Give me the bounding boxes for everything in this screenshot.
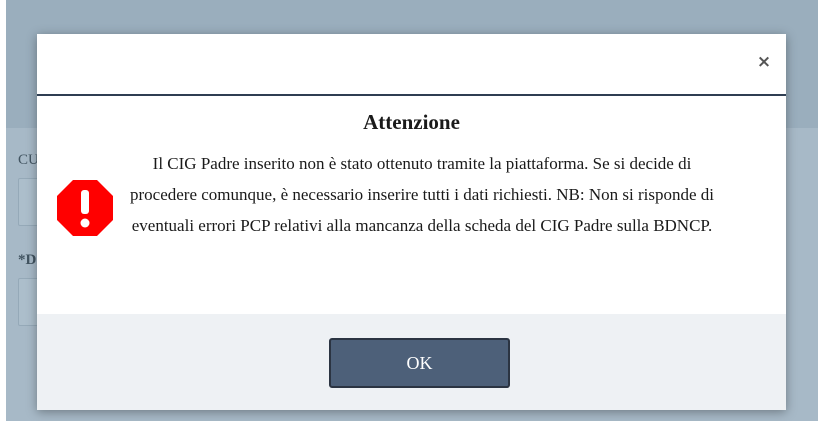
dialog-footer: OK [37, 314, 786, 410]
dialog-header: × [37, 34, 786, 96]
dialog-body: Attenzione Il CIG Padre inserito non è s… [37, 96, 786, 314]
ok-button[interactable]: OK [329, 338, 510, 388]
dialog-message: Il CIG Padre inserito non è stato ottenu… [130, 154, 714, 235]
dialog-title: Attenzione [363, 110, 460, 134]
close-button[interactable]: × [754, 52, 774, 72]
warning-octagon-icon [55, 178, 115, 238]
warning-dialog: × Attenzione Il CIG Padre inserito non è… [37, 34, 786, 410]
